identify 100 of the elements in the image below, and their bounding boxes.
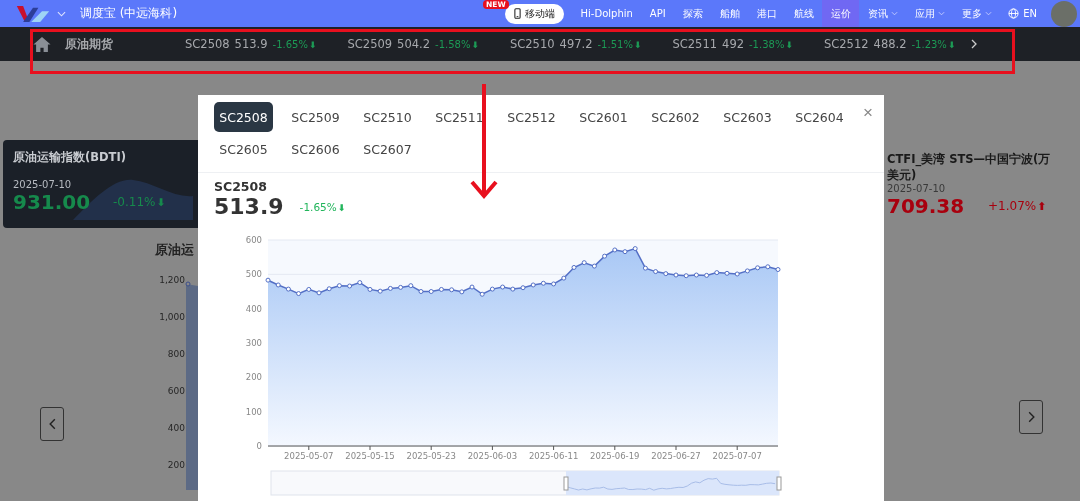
axis-label: 500 <box>245 269 262 280</box>
data-point <box>479 291 485 297</box>
axis-label: 2025-06-27 <box>651 451 701 461</box>
data-point <box>653 269 659 275</box>
data-point <box>459 289 465 295</box>
nav-item[interactable]: Hi-Dolphin <box>572 0 642 27</box>
data-point <box>408 283 414 289</box>
home-icon[interactable] <box>33 36 51 52</box>
contract-tab[interactable]: SC2601 <box>574 102 633 132</box>
contract-name: SC2509 <box>347 37 393 51</box>
price-change: -1.23%⬇ <box>911 38 956 50</box>
data-point <box>765 264 771 270</box>
contract-price: 497.2 <box>559 37 593 51</box>
card-change: +1.07%⬆ <box>988 199 1047 213</box>
data-point <box>714 270 720 276</box>
axis-label: 2025-05-07 <box>284 451 334 461</box>
phone-icon <box>514 8 522 19</box>
mobile-button[interactable]: 移动端 <box>505 3 565 24</box>
axis-label: 800 <box>167 348 185 361</box>
data-point <box>326 286 332 292</box>
contract-tab[interactable]: SC2602 <box>646 102 705 132</box>
axis-label: 100 <box>245 406 262 417</box>
axis-label: 2025-06-03 <box>467 451 518 461</box>
close-button[interactable]: × <box>862 102 874 124</box>
contract-tab[interactable]: SC2508 <box>214 102 273 132</box>
nav-item[interactable]: 资讯 <box>859 0 907 27</box>
data-point <box>673 272 679 278</box>
data-point <box>357 280 363 286</box>
data-point <box>693 272 699 278</box>
price-change: -1.38%⬇ <box>749 38 793 50</box>
contract-tab[interactable]: SC2512 <box>502 102 561 132</box>
nav-item[interactable]: 港口 <box>748 0 786 27</box>
axis-label: 1,000 <box>159 311 185 324</box>
data-point <box>489 286 495 292</box>
nav-item[interactable]: API <box>641 0 675 27</box>
price-change: -1.65%⬇ <box>299 200 346 213</box>
contract-tab[interactable]: SC2604 <box>790 102 849 132</box>
data-point <box>591 263 597 269</box>
data-point <box>683 273 689 279</box>
contract-tab[interactable]: SC2603 <box>718 102 777 132</box>
chart-title: 原油运 <box>155 242 195 259</box>
range-slider[interactable] <box>270 470 782 496</box>
card-date: 2025-07-10 <box>887 183 947 194</box>
price-change: -1.65%⬇ <box>272 38 317 50</box>
price-change: -1.58%⬇ <box>435 38 479 50</box>
card-date: 2025-07-10 <box>13 179 73 190</box>
card-value: 709.38 <box>887 194 966 218</box>
data-point <box>561 275 567 281</box>
contract-tab[interactable]: SC2509 <box>286 102 345 132</box>
data-point <box>571 264 577 270</box>
nav-item[interactable]: 航线 <box>785 0 823 27</box>
previous-button[interactable] <box>40 407 64 441</box>
nav-item[interactable]: 探索 <box>674 0 712 27</box>
data-point <box>285 286 291 292</box>
data-point <box>612 247 618 253</box>
data-point <box>581 260 587 266</box>
axis-label: 200 <box>167 459 185 472</box>
data-point <box>530 282 536 288</box>
axis-label: 2025-06-19 <box>590 451 640 461</box>
data-point <box>510 286 516 292</box>
data-point <box>398 284 404 290</box>
axis-label: 2025-05-15 <box>345 451 395 461</box>
axis-label: 300 <box>245 338 262 348</box>
data-point <box>500 284 506 290</box>
data-point <box>428 289 434 294</box>
contract-tab[interactable]: SC2607 <box>358 134 417 164</box>
contract-tab[interactable]: SC2605 <box>214 134 273 164</box>
data-point <box>663 271 669 277</box>
data-point <box>602 253 608 259</box>
globe-icon[interactable] <box>1008 8 1020 19</box>
contract-tab[interactable]: SC2606 <box>286 134 345 164</box>
language-label[interactable]: EN <box>1023 8 1037 19</box>
app-title: 调度宝 (中远海科) <box>80 5 178 22</box>
axis-label: 600 <box>245 235 262 245</box>
nav-item[interactable]: 更多 <box>953 0 1001 27</box>
logo-icon[interactable] <box>15 3 51 24</box>
contract-tab[interactable]: SC2510 <box>358 102 417 132</box>
data-point <box>551 281 557 287</box>
data-point <box>316 290 322 296</box>
axis-label: 600 <box>167 385 185 398</box>
data-point <box>449 287 455 293</box>
next-button[interactable] <box>1019 400 1043 434</box>
data-point <box>540 280 546 286</box>
axis-label: 2025-06-11 <box>528 451 579 461</box>
data-point <box>755 265 761 271</box>
nav-item[interactable]: 船舶 <box>711 0 749 27</box>
chevron-right-icon[interactable] <box>971 39 978 49</box>
nav-item[interactable]: 应用 <box>906 0 954 27</box>
nav-item[interactable]: 运价 <box>822 0 860 27</box>
chevron-down-icon[interactable] <box>57 10 66 17</box>
card-title: CTFI_美湾 STS—中国宁波(万美元) <box>887 151 1052 183</box>
data-point <box>367 286 373 292</box>
card-value: 931.00 <box>13 190 92 214</box>
card-change: -0.11%⬇ <box>113 195 166 209</box>
contract-price: 488.2 <box>873 37 907 51</box>
axis-label: 2025-05-23 <box>406 451 456 461</box>
contract-tab[interactable]: SC2511 <box>430 102 489 132</box>
chevron-left-icon <box>48 418 56 430</box>
data-point <box>520 285 526 291</box>
axis-label: 2025-07-07 <box>712 451 762 461</box>
